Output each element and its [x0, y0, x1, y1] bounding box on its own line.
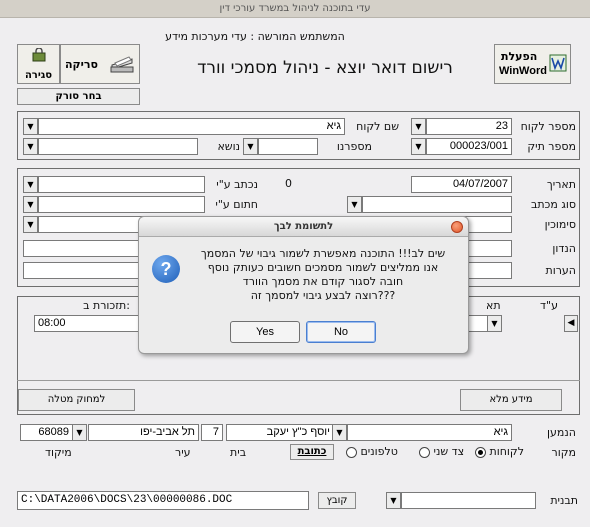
no-button[interactable]: No [306, 321, 376, 343]
winword-line2: WinWord [499, 65, 547, 77]
task-time-field[interactable]: 08:00 [34, 315, 144, 332]
full-info-button[interactable]: מידע מלא [460, 389, 562, 411]
recipient-label: הנמען [547, 426, 576, 439]
written-by-label: נכתב ע"י [216, 178, 258, 191]
radio-third-party-button[interactable] [419, 446, 430, 458]
client-number-dropdown[interactable]: ▼ [411, 118, 426, 135]
scanner-icon [109, 53, 135, 78]
written-by-field[interactable] [38, 176, 205, 193]
window-title: עדי בתוכנה לניהול במשרד עורכי דין [219, 3, 371, 14]
serial-label: מספרנו [336, 140, 372, 153]
file-button[interactable]: קובץ [318, 492, 356, 509]
source-label: מקור [551, 446, 576, 459]
dialog-title: לתשומת לבך [273, 221, 334, 232]
page-title: רישום דואר יוצא - ניהול מסמכי וורד [197, 58, 453, 78]
zip-label: מיקוד [45, 446, 72, 459]
contact-dropdown[interactable]: ▼ [332, 424, 347, 441]
task-record-selector[interactable]: ◀ [564, 315, 578, 332]
file-path-field[interactable]: C:\DATA2006\DOCS\23\00000086.DOC [17, 491, 309, 510]
dialog-line3: חובה לסגור קודם את מסמך הוורד [242, 275, 404, 288]
dialog-line4: רוצה לבצע גיבוי למסמך זה??? [250, 289, 396, 302]
client-number-label: מספר לקוח [520, 120, 576, 133]
client-name-field[interactable]: גיא [38, 118, 345, 135]
radio-third-party[interactable]: צד שני [419, 445, 464, 458]
date-field[interactable]: 04/07/2007 [411, 176, 512, 193]
winword-icon [549, 54, 567, 75]
client-number-field[interactable]: 23 [426, 118, 512, 135]
radio-phones-label: טלפונים [360, 445, 398, 458]
template-label: תבנית [550, 494, 578, 507]
subject-field[interactable] [38, 138, 198, 155]
written-by-value: 0 [285, 177, 292, 190]
template-field[interactable] [401, 492, 536, 509]
radio-clients[interactable]: לקוחות [475, 445, 524, 458]
tasks-grid-divider [17, 380, 580, 381]
client-name-label: שם לקוח [356, 120, 399, 133]
winword-line1: הפעלת [501, 50, 538, 63]
date-label: תאריך [546, 178, 576, 191]
dialog-close-icon[interactable] [451, 221, 463, 233]
zip-field[interactable]: 68089 [20, 424, 73, 441]
radio-phones[interactable]: טלפונים [346, 445, 398, 458]
serial-dropdown[interactable]: ▼ [243, 138, 258, 155]
template-dropdown[interactable]: ▼ [386, 492, 401, 509]
signed-by-dropdown[interactable]: ▼ [23, 196, 38, 213]
serial-field[interactable] [258, 138, 318, 155]
tasks-col-date: תא [486, 299, 501, 312]
letter-type-dropdown[interactable]: ▼ [347, 196, 362, 213]
scan-button[interactable]: סריקה [60, 44, 140, 84]
zip-dropdown[interactable]: ▼ [72, 424, 87, 441]
subject-dropdown[interactable]: ▼ [23, 138, 38, 155]
yes-button[interactable]: Yes [230, 321, 300, 343]
recipient-field[interactable]: גיא [347, 424, 512, 441]
letter-type-field[interactable] [362, 196, 512, 213]
address-button[interactable]: כתובת [290, 444, 334, 460]
delete-task-button[interactable]: למחוק מטלה [18, 389, 135, 411]
contact-field[interactable]: יוסף כ"ץ יעקב [226, 424, 334, 441]
scan-label: סריקה [65, 58, 98, 71]
tasks-col-id: ע"ד [540, 299, 558, 312]
winword-button[interactable]: הפעלת WinWord [494, 44, 571, 84]
radio-third-party-label: צד שני [433, 445, 465, 458]
written-by-dropdown[interactable]: ▼ [23, 176, 38, 193]
letter-subject-label: הנדון [552, 242, 576, 255]
dialog-line2: אנו ממליצים לשמור מסמכים חשובים כעותק נו… [207, 261, 439, 274]
reference-dropdown[interactable]: ▼ [23, 216, 38, 233]
close-button[interactable]: סגירה [17, 44, 60, 84]
file-number-dropdown[interactable]: ▼ [411, 138, 426, 155]
file-number-label: מספר תיק [527, 140, 576, 153]
close-label: סגירה [24, 70, 53, 81]
client-name-dropdown[interactable]: ▼ [23, 118, 38, 135]
task-date-dropdown[interactable]: ▼ [487, 315, 502, 332]
notes-label: הערות [545, 264, 576, 277]
letter-type-label: סוג מכתב [530, 198, 576, 211]
file-number-field[interactable]: 000023/001 [426, 138, 512, 155]
radio-clients-button[interactable] [475, 446, 486, 458]
radio-clients-label: לקוחות [489, 445, 524, 458]
dialog-line1: שים לב!!! התוכנה מאפשרת לשמור גיבוי של ה… [200, 247, 446, 260]
confirm-dialog: לתשומת לבך ? שים לב!!! התוכנה מאפשרת לשמ… [138, 216, 469, 354]
city-label: עיר [175, 446, 191, 459]
licensed-user-text: המשתמש המורשה : עדי מערכות מידע [165, 30, 345, 43]
signed-by-field[interactable] [38, 196, 205, 213]
tasks-col-reminder: תזכורת ב: [83, 299, 130, 312]
question-icon: ? [152, 255, 180, 283]
house-field[interactable]: 7 [201, 424, 223, 441]
house-label: בית [230, 446, 247, 459]
lock-icon [32, 47, 46, 62]
subject-label: נושא [217, 140, 240, 153]
radio-phones-button[interactable] [346, 446, 357, 458]
choose-scanner-button[interactable]: בחר סורק [17, 88, 140, 105]
reference-label: סימוכין [544, 218, 576, 231]
signed-by-label: חתום ע"י [215, 198, 258, 211]
city-field[interactable]: תל אביב-יפו [88, 424, 199, 441]
